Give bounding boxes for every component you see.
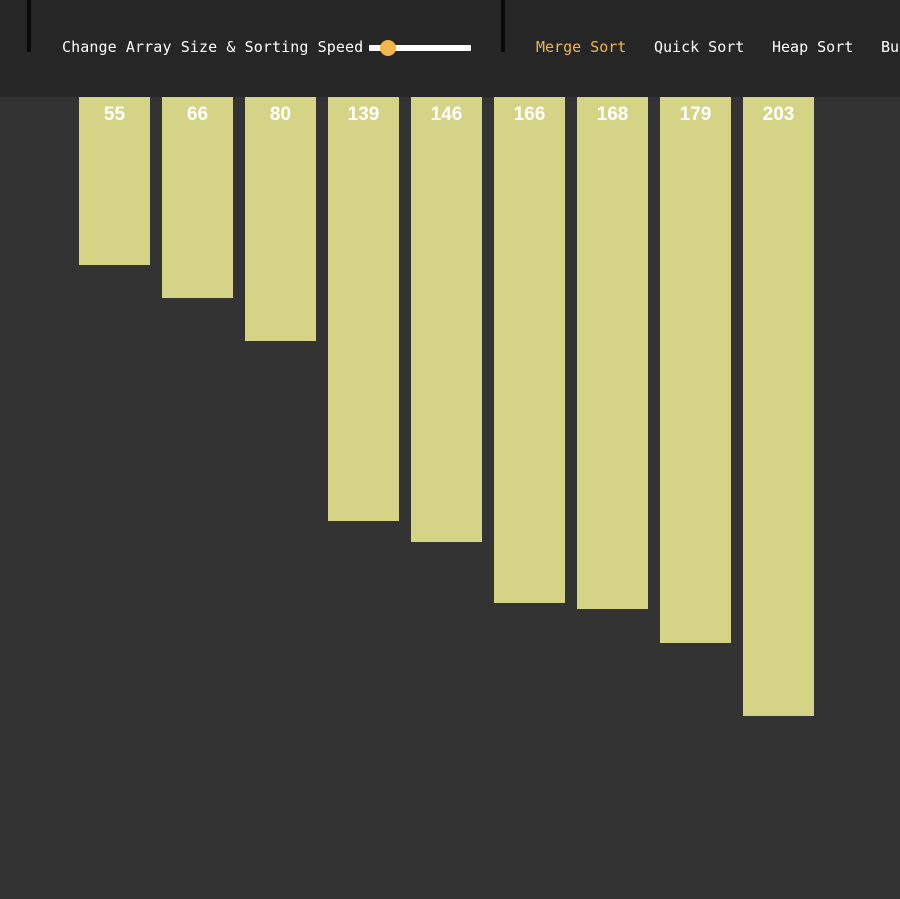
array-bar: 139 bbox=[328, 97, 399, 521]
array-bars-area: 55 66 80 139 146 166 168 179 203 bbox=[0, 97, 900, 899]
array-bar-value: 66 bbox=[186, 104, 209, 125]
array-bar: 203 bbox=[743, 97, 814, 716]
array-bar-value: 139 bbox=[347, 104, 380, 125]
array-bar-value: 168 bbox=[596, 104, 629, 125]
array-bar-value: 80 bbox=[269, 104, 292, 125]
heap-sort-button[interactable]: Heap Sort bbox=[772, 38, 853, 56]
array-bar: 166 bbox=[494, 97, 565, 603]
bubble-sort-button[interactable]: Bu bbox=[881, 38, 899, 56]
array-size-speed-slider[interactable] bbox=[369, 39, 472, 57]
array-bar: 80 bbox=[245, 97, 316, 341]
array-bar: 179 bbox=[660, 97, 731, 643]
array-bar-value: 203 bbox=[762, 104, 795, 125]
merge-sort-button[interactable]: Merge Sort bbox=[536, 38, 626, 56]
top-navbar: Change Array Size & Sorting Speed Merge … bbox=[0, 0, 900, 97]
array-bar-value: 55 bbox=[103, 104, 126, 125]
array-bar: 55 bbox=[79, 97, 150, 265]
array-bar: 66 bbox=[162, 97, 233, 298]
array-bar-value: 146 bbox=[430, 104, 463, 125]
quick-sort-button[interactable]: Quick Sort bbox=[654, 38, 744, 56]
navbar-divider bbox=[27, 0, 31, 52]
navbar-divider bbox=[501, 0, 505, 52]
array-bar-value: 179 bbox=[679, 104, 712, 125]
array-bar-value: 166 bbox=[513, 104, 546, 125]
array-size-speed-label: Change Array Size & Sorting Speed bbox=[62, 38, 364, 56]
array-bar: 168 bbox=[577, 97, 648, 609]
array-bar: 146 bbox=[411, 97, 482, 542]
slider-thumb[interactable] bbox=[380, 40, 396, 56]
